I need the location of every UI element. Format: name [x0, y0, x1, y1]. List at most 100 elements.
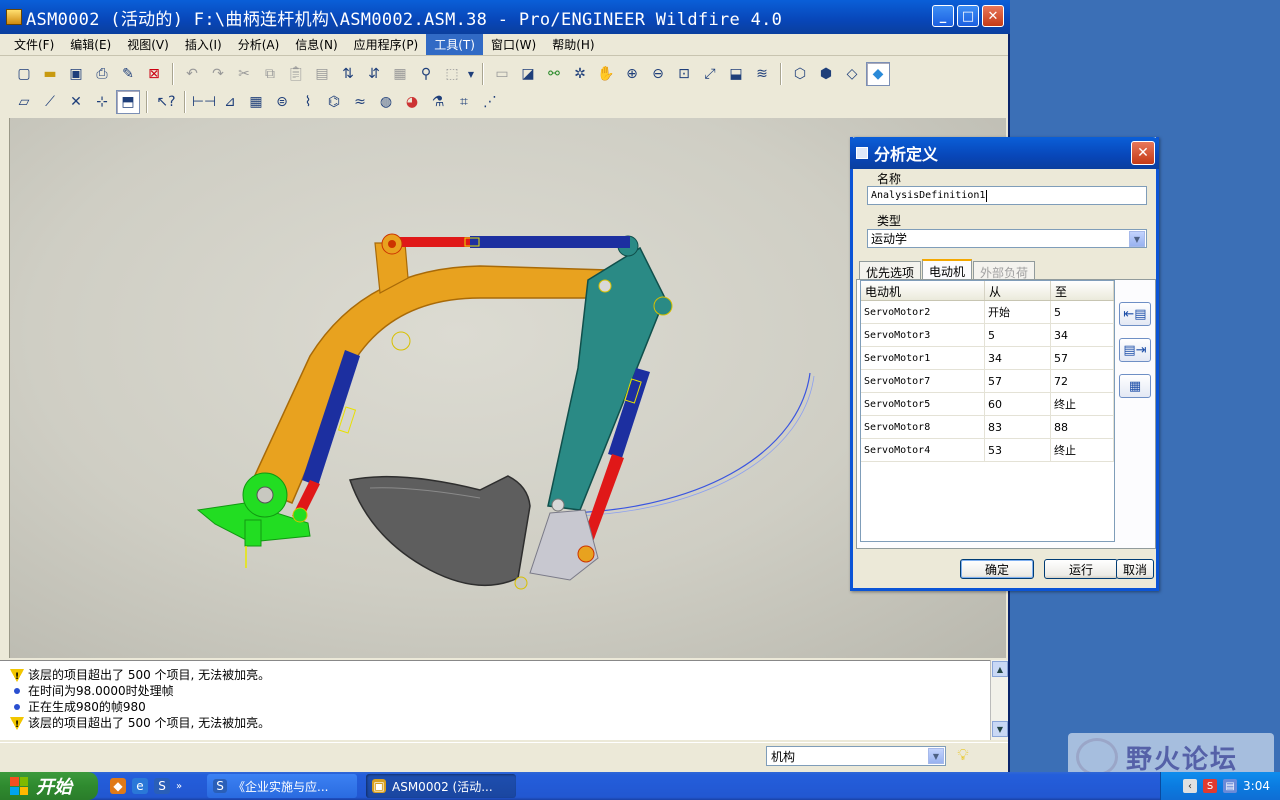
to-cell[interactable]: 终止	[1051, 439, 1114, 461]
draft-icon[interactable]: ◍	[374, 90, 398, 114]
ie-icon[interactable]: e	[132, 778, 148, 794]
regen-manager-icon[interactable]: ⇵	[362, 62, 386, 86]
coordinate-system-icon[interactable]: ⊹	[90, 90, 114, 114]
paste-icon[interactable]: 📋︎	[284, 62, 308, 86]
copy-icon[interactable]: ⧉	[258, 62, 282, 86]
from-cell[interactable]: 83	[985, 416, 1051, 438]
close-button[interactable]: ✕	[982, 5, 1004, 27]
table-row[interactable]: ServoMotor1 34 57	[861, 347, 1114, 370]
tab-preferences[interactable]: 优先选项	[859, 261, 922, 280]
column-header-motor[interactable]: 电动机	[861, 281, 985, 300]
reorient-icon[interactable]: ⤢	[698, 62, 722, 86]
wireframe-icon[interactable]: ⬡	[788, 62, 812, 86]
cut-icon[interactable]: ✂	[232, 62, 256, 86]
to-cell[interactable]: 57	[1051, 347, 1114, 369]
tray-s-icon[interactable]: S	[1203, 779, 1218, 793]
repaint-icon[interactable]: ◪	[516, 62, 540, 86]
redo-icon[interactable]: ↷	[206, 62, 230, 86]
tray-network-icon[interactable]: ▤	[1223, 779, 1238, 793]
menu-insert[interactable]: 插入(I)	[177, 34, 230, 55]
from-cell[interactable]: 5	[985, 324, 1051, 346]
angle-icon[interactable]: ⊿	[218, 90, 242, 114]
new-file-icon[interactable]: ▢	[12, 62, 36, 86]
refit-icon[interactable]: ⊡	[672, 62, 696, 86]
menu-help[interactable]: 帮助(H)	[544, 34, 602, 55]
hidden-line-icon[interactable]: ⬢	[814, 62, 838, 86]
zoom-in-icon[interactable]: ⊕	[620, 62, 644, 86]
menu-window[interactable]: 窗口(W)	[483, 34, 544, 55]
grid-icon[interactable]: ▦	[244, 90, 268, 114]
scroll-up-icon[interactable]: ▲	[992, 661, 1008, 677]
save-icon[interactable]: ▣	[64, 62, 88, 86]
zoom-out-icon[interactable]: ⊖	[646, 62, 670, 86]
open-folder-icon[interactable]: ▬	[38, 62, 62, 86]
saved-views-icon[interactable]: ⬓	[724, 62, 748, 86]
datum-point-icon[interactable]: ✕	[64, 90, 88, 114]
from-cell[interactable]: 开始	[985, 301, 1051, 323]
cancel-button[interactable]: 取消	[1116, 559, 1154, 579]
dialog-close-button[interactable]: ✕	[1131, 141, 1155, 165]
to-cell[interactable]: 终止	[1051, 393, 1114, 415]
dialog-titlebar[interactable]: 分析定义 ✕	[850, 137, 1159, 169]
datum-plane-icon[interactable]: ▱	[12, 90, 36, 114]
shading-icon[interactable]: ◆	[866, 62, 890, 86]
wave-icon[interactable]: ≈	[348, 90, 372, 114]
start-button[interactable]: 开始	[0, 772, 98, 800]
table-row[interactable]: ServoMotor7 57 72	[861, 370, 1114, 393]
spin-center-icon[interactable]: ⚯	[542, 62, 566, 86]
edit-icon[interactable]: ✎	[116, 62, 140, 86]
close-window-icon[interactable]: ⊠	[142, 62, 166, 86]
chevron-down-icon[interactable]: ▼	[466, 62, 476, 86]
menu-applications[interactable]: 应用程序(P)	[346, 34, 427, 55]
paste-special-icon[interactable]: ▤	[310, 62, 334, 86]
menu-analysis[interactable]: 分析(A)	[230, 34, 288, 55]
table-row[interactable]: ServoMotor2 开始 5	[861, 301, 1114, 324]
color-analysis-icon[interactable]: ◕	[400, 90, 424, 114]
context-help-icon[interactable]: ↖?	[154, 90, 178, 114]
left-collapse-strip[interactable]	[0, 118, 10, 658]
orient-icon[interactable]: ✲	[568, 62, 592, 86]
menu-view[interactable]: 视图(V)	[119, 34, 177, 55]
tab-motors[interactable]: 电动机	[922, 259, 973, 280]
table-row[interactable]: ServoMotor8 83 88	[861, 416, 1114, 439]
from-cell[interactable]: 53	[985, 439, 1051, 461]
from-cell[interactable]: 34	[985, 347, 1051, 369]
to-cell[interactable]: 72	[1051, 370, 1114, 392]
maximize-button[interactable]: □	[957, 5, 979, 27]
to-cell[interactable]: 88	[1051, 416, 1114, 438]
optimize-icon[interactable]: ⋰	[478, 90, 502, 114]
taskbar-task-book[interactable]: S 《企业实施与应...	[207, 774, 357, 798]
type-select[interactable]: 运动学 ▼	[867, 229, 1147, 248]
table-row[interactable]: ServoMotor4 53 终止	[861, 439, 1114, 462]
layer-icon[interactable]: ▦	[388, 62, 412, 86]
select-box-icon[interactable]: ⬚	[440, 62, 464, 86]
window-titlebar[interactable]: ASM0002 (活动的) F:\曲柄连杆机构\ASM0002.ASM.38 -…	[0, 0, 1010, 34]
menu-file[interactable]: 文件(F)	[6, 34, 62, 55]
run-button[interactable]: 运行	[1044, 559, 1118, 579]
undo-icon[interactable]: ↶	[180, 62, 204, 86]
quicklaunch-app-icon[interactable]: ◆	[110, 778, 126, 794]
chevron-left-icon[interactable]: ‹	[1183, 779, 1198, 793]
lightbulb-icon[interactable]: 💡︎	[956, 745, 970, 765]
name-input[interactable]: AnalysisDefinition1	[867, 186, 1147, 205]
selection-filter-select[interactable]: 机构 ▼	[766, 746, 946, 766]
annotation-icon[interactable]: ⬒	[116, 90, 140, 114]
taskbar-task-proe[interactable]: ▣ ASM0002 (活动...	[366, 774, 516, 798]
datum-axis-icon[interactable]: ⟋	[38, 90, 62, 114]
column-header-from[interactable]: 从	[985, 281, 1051, 300]
chevron-right-icon[interactable]: »	[176, 781, 182, 792]
scroll-down-icon[interactable]: ▼	[992, 721, 1008, 737]
menu-tools[interactable]: 工具(T)	[426, 34, 483, 55]
message-scrollbar[interactable]: ▲ ▼	[990, 660, 1008, 740]
feasibility-icon[interactable]: ⌗	[452, 90, 476, 114]
sensitivity-icon[interactable]: ⚗	[426, 90, 450, 114]
menu-edit[interactable]: 编辑(E)	[62, 34, 119, 55]
add-all-motors-button[interactable]: ▦	[1119, 374, 1151, 398]
scroll-track[interactable]	[991, 678, 1008, 720]
minimize-button[interactable]: _	[932, 5, 954, 27]
section-icon[interactable]: ⌬	[322, 90, 346, 114]
chevron-down-icon[interactable]: ▼	[1129, 231, 1145, 247]
print-icon[interactable]: ⎙	[90, 62, 114, 86]
to-cell[interactable]: 34	[1051, 324, 1114, 346]
from-cell[interactable]: 57	[985, 370, 1051, 392]
